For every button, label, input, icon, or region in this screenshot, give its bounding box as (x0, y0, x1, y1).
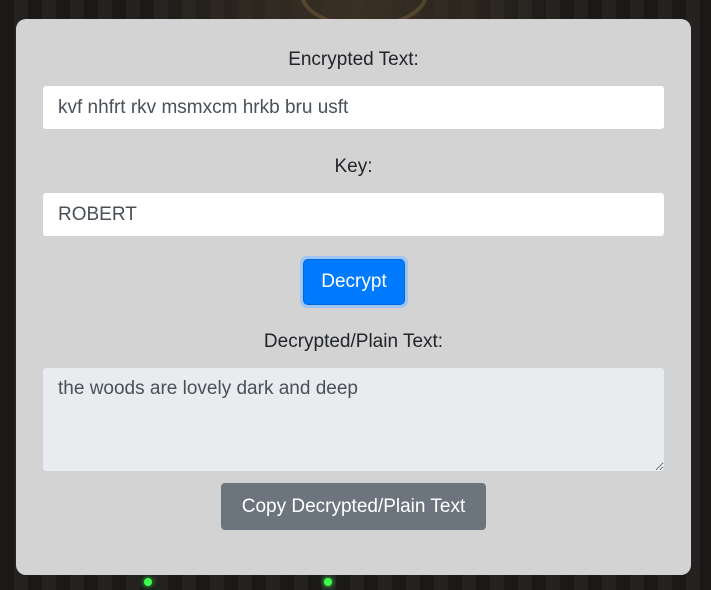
key-input[interactable] (42, 192, 665, 237)
decrypt-button[interactable]: Decrypt (303, 259, 405, 305)
decrypt-panel: Encrypted Text: Key: Decrypt Decrypted/P… (16, 19, 691, 575)
background-light (144, 578, 152, 586)
copy-plain-text-button[interactable]: Copy Decrypted/Plain Text (221, 483, 486, 530)
key-label: Key: (334, 156, 373, 177)
background-light (324, 578, 332, 586)
plain-text-output[interactable]: the woods are lovely dark and deep (42, 367, 665, 472)
encrypted-text-label: Encrypted Text: (288, 49, 419, 70)
encrypted-text-input[interactable] (42, 85, 665, 130)
plain-text-label: Decrypted/Plain Text: (263, 331, 444, 352)
decrypt-button-focus-ring: Decrypt (300, 256, 408, 308)
